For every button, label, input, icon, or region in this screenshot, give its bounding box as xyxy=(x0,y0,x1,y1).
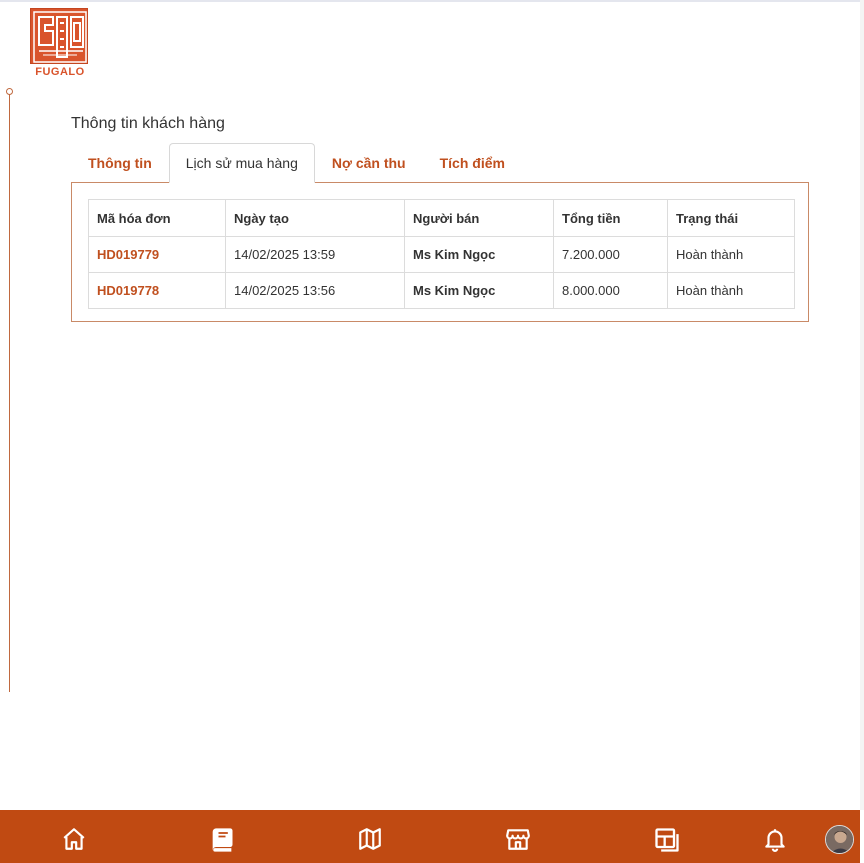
column-header-status[interactable]: Trạng thái xyxy=(667,199,795,237)
user-avatar[interactable] xyxy=(825,825,854,854)
invoice-code-link[interactable]: HD019779 xyxy=(88,236,226,273)
status-cell: Hoàn thành xyxy=(667,236,795,273)
map-icon[interactable] xyxy=(357,826,383,852)
total-cell: 7.200.000 xyxy=(553,236,668,273)
logo-mark xyxy=(30,8,88,64)
panel-title: Thông tin khách hàng xyxy=(71,115,225,132)
home-icon[interactable] xyxy=(61,826,87,852)
logo-wordmark: FUGALO xyxy=(35,66,85,78)
scrollbar-track[interactable] xyxy=(860,0,864,810)
created-date-cell: 14/02/2025 13:59 xyxy=(225,236,405,273)
total-cell: 8.000.000 xyxy=(553,272,668,309)
bell-icon[interactable] xyxy=(762,826,788,852)
invoice-code-link[interactable]: HD019778 xyxy=(88,272,226,309)
table-row[interactable]: HD019778 14/02/2025 13:56 Ms Kim Ngọc 8.… xyxy=(88,272,795,309)
purchase-history-table: Mã hóa đơn Ngày tạo Người bán Tổng tiền … xyxy=(88,199,795,309)
layout-icon[interactable] xyxy=(653,826,679,852)
column-header-seller[interactable]: Người bán xyxy=(404,199,554,237)
table-row[interactable]: HD019779 14/02/2025 13:59 Ms Kim Ngọc 7.… xyxy=(88,236,795,273)
bottom-nav-bar xyxy=(0,810,860,863)
top-border xyxy=(0,0,864,2)
tab-content-panel: Mã hóa đơn Ngày tạo Người bán Tổng tiền … xyxy=(71,182,809,322)
status-cell: Hoàn thành xyxy=(667,272,795,309)
tab-loyalty-points[interactable]: Tích điểm xyxy=(423,143,522,182)
customer-tabs: Thông tin Lịch sử mua hàng Nợ cần thu Tí… xyxy=(71,143,522,183)
column-header-invoice-code[interactable]: Mã hóa đơn xyxy=(88,199,226,237)
created-date-cell: 14/02/2025 13:56 xyxy=(225,272,405,309)
column-header-created-date[interactable]: Ngày tạo xyxy=(225,199,405,237)
tab-receivables[interactable]: Nợ cần thu xyxy=(315,143,423,182)
tab-info[interactable]: Thông tin xyxy=(71,143,169,182)
column-header-total[interactable]: Tổng tiền xyxy=(553,199,668,237)
book-icon[interactable] xyxy=(208,826,234,852)
store-icon[interactable] xyxy=(505,826,531,852)
timeline-line xyxy=(9,94,10,692)
table-header-row: Mã hóa đơn Ngày tạo Người bán Tổng tiền … xyxy=(88,199,795,237)
seller-cell: Ms Kim Ngọc xyxy=(404,272,554,309)
fugalo-logo[interactable]: FUGALO xyxy=(30,8,90,78)
seller-cell: Ms Kim Ngọc xyxy=(404,236,554,273)
tab-purchase-history[interactable]: Lịch sử mua hàng xyxy=(168,143,315,183)
